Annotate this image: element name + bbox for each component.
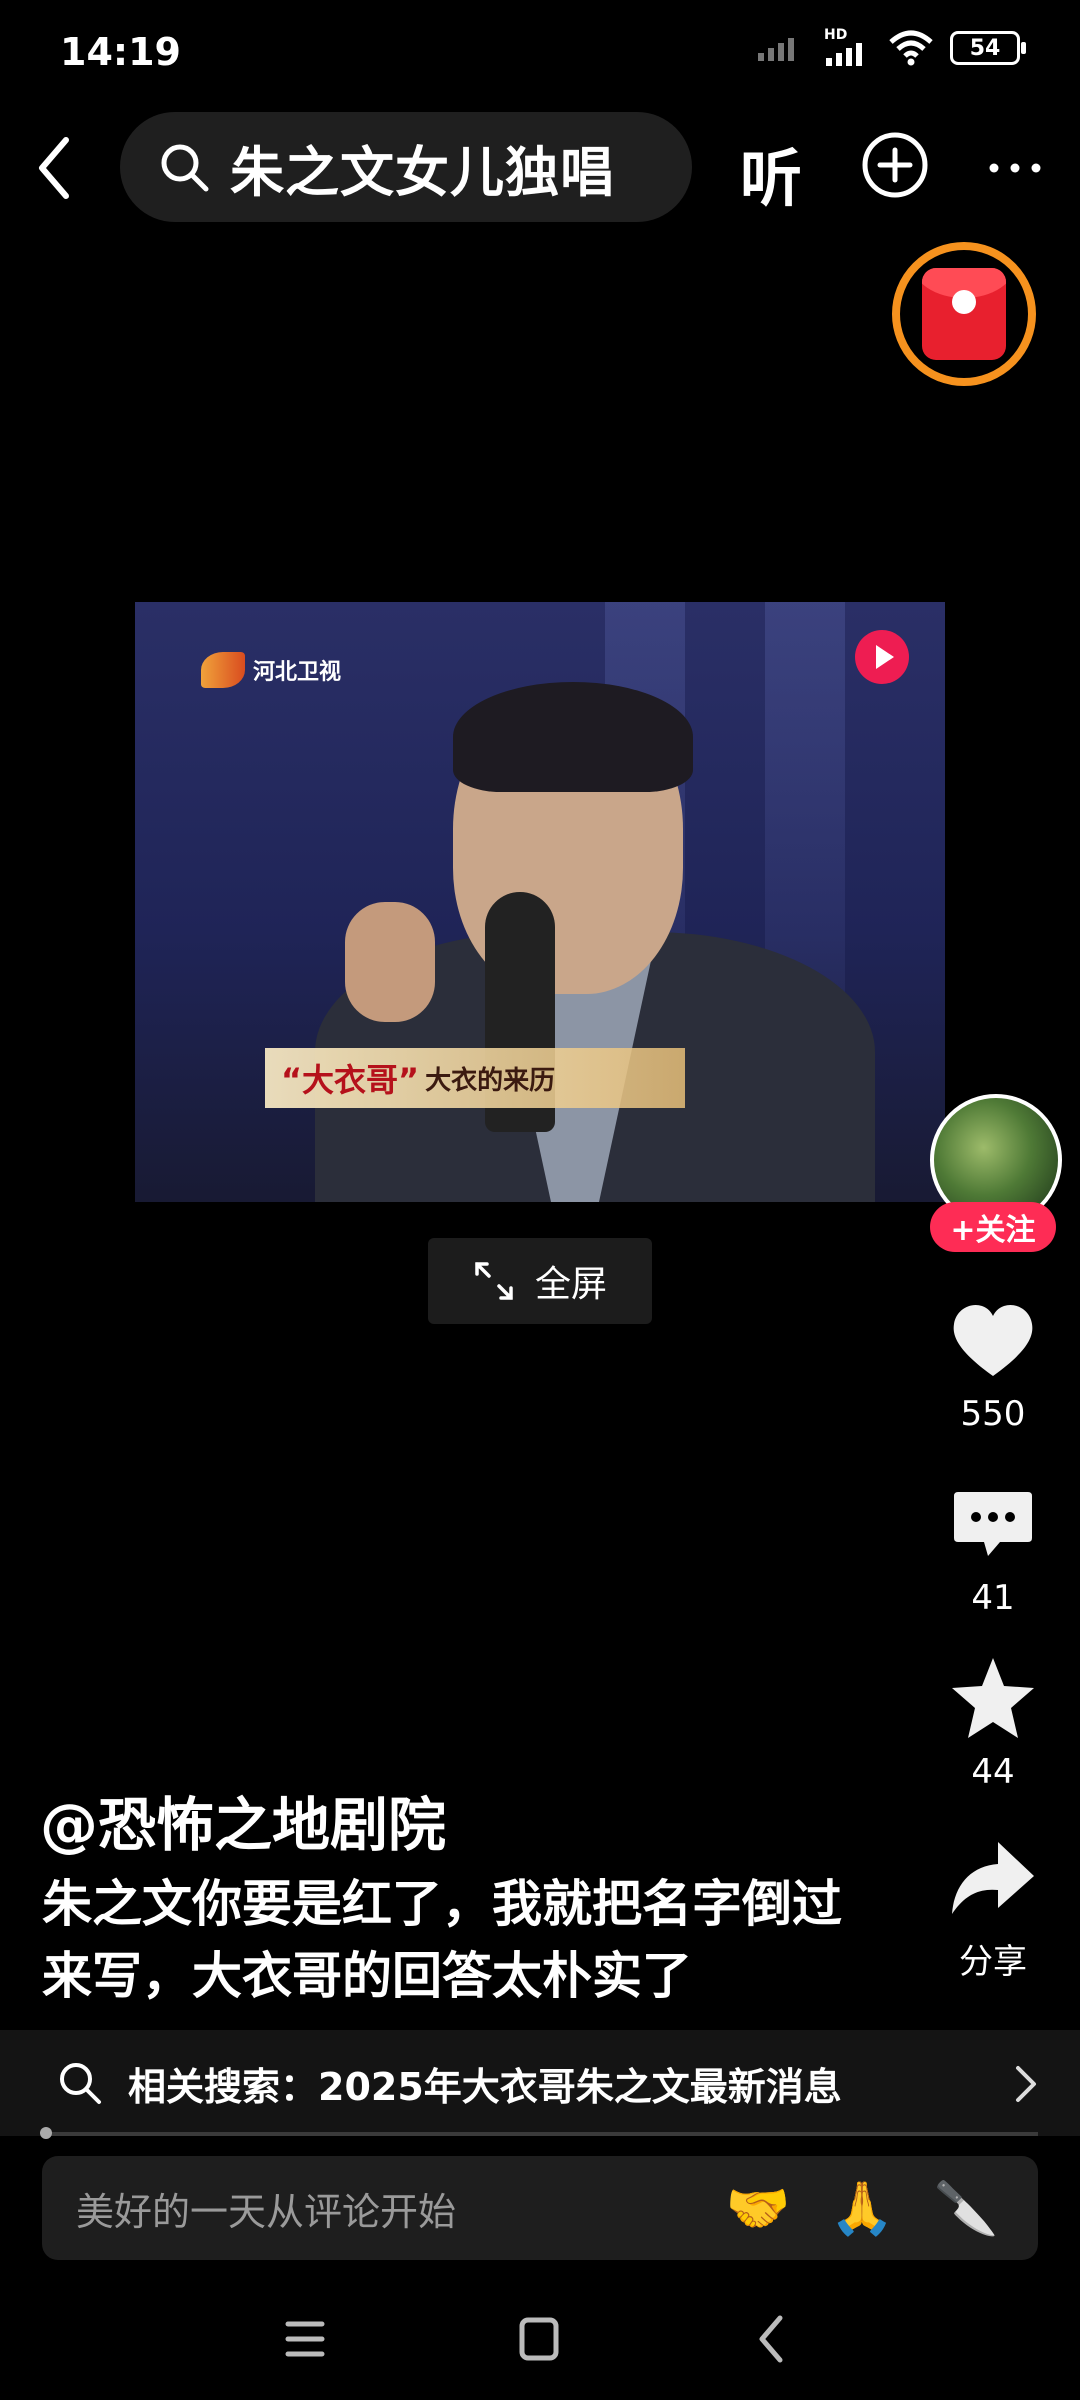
share-button[interactable]: 分享 — [928, 1836, 1058, 1983]
search-bar[interactable]: 朱之文女儿独唱 — [120, 112, 692, 222]
pray-emoji-icon[interactable]: 🙏 — [830, 2176, 895, 2240]
video-caption: “大衣哥” 大衣的来历 — [265, 1048, 685, 1108]
comment-count: 41 — [971, 1578, 1015, 1618]
fullscreen-label: 全屏 — [534, 1264, 607, 1305]
video-progress-bar[interactable] — [42, 2132, 1038, 2136]
home-nav-icon[interactable] — [494, 2304, 584, 2374]
progress-handle[interactable] — [40, 2127, 52, 2139]
menu-nav-icon[interactable] — [260, 2304, 350, 2374]
channel-logo: 河北卫视 — [201, 652, 341, 688]
expand-icon — [475, 1262, 513, 1300]
hd-label: HD — [824, 27, 848, 43]
star-icon — [952, 1658, 1034, 1738]
more-options-icon[interactable] — [980, 130, 1050, 200]
comment-placeholder: 美好的一天从评论开始 — [76, 2189, 457, 2234]
hd-signal: HD — [824, 28, 872, 68]
channel-name: 河北卫视 — [253, 660, 342, 685]
related-search-text: 相关搜索：2025年大衣哥朱之文最新消息 — [128, 2064, 842, 2109]
caption-sub: 大衣的来历 — [425, 1065, 556, 1096]
video-person-hand — [345, 902, 435, 1022]
fullscreen-button[interactable]: 全屏 — [428, 1238, 652, 1324]
heart-icon — [953, 1304, 1033, 1376]
comment-button[interactable]: 41 — [928, 1480, 1058, 1618]
handshake-emoji-icon[interactable]: 🤝 — [726, 2176, 791, 2240]
search-query: 朱之文女儿独唱 — [230, 140, 615, 204]
red-packet-button[interactable] — [892, 242, 1036, 386]
knife-emoji-icon[interactable]: 🔪 — [934, 2176, 999, 2240]
wifi-icon — [889, 30, 933, 66]
add-circle-icon[interactable] — [860, 130, 930, 200]
related-search-bar[interactable]: 相关搜索：2025年大衣哥朱之文最新消息 — [0, 2030, 1080, 2136]
channel-logo-mark — [201, 652, 245, 688]
share-arrow-icon — [952, 1842, 1034, 1914]
battery-indicator: 54 — [950, 31, 1026, 65]
comment-bubble-icon — [954, 1492, 1032, 1556]
comment-input[interactable]: 美好的一天从评论开始 🤝 🙏 🔪 — [42, 2156, 1038, 2260]
caption-main: “大衣哥” — [281, 1061, 420, 1099]
author-name[interactable]: @恐怖之地剧院 — [40, 1778, 446, 1862]
video-player[interactable]: 河北卫视 “大衣哥” 大衣的来历 — [135, 602, 945, 1202]
post-description: 朱之文你要是红了，我就把名字倒过来写，大衣哥的回答太朴实了 — [42, 1875, 842, 2005]
signal-icon — [826, 43, 862, 66]
like-button[interactable]: 550 — [928, 1296, 1058, 1434]
video-person-hair — [453, 682, 693, 792]
status-time: 14:19 — [60, 30, 181, 74]
back-nav-icon[interactable] — [728, 2304, 818, 2374]
chevron-right-icon — [1016, 2066, 1036, 2102]
listen-button[interactable]: 听 — [740, 128, 802, 218]
share-label: 分享 — [959, 1942, 1027, 1982]
search-icon — [161, 144, 209, 192]
like-count: 550 — [960, 1394, 1026, 1434]
status-icons: HD 54 — [756, 28, 1026, 68]
favorite-button[interactable]: 44 — [928, 1654, 1058, 1792]
red-packet-icon — [922, 268, 1006, 360]
follow-button[interactable]: +关注 — [930, 1202, 1056, 1252]
search-icon — [60, 2063, 101, 2104]
play-badge-icon — [855, 630, 909, 684]
favorite-count: 44 — [971, 1752, 1015, 1792]
back-arrow-icon[interactable] — [26, 128, 86, 208]
signal-weak-icon — [758, 38, 794, 61]
